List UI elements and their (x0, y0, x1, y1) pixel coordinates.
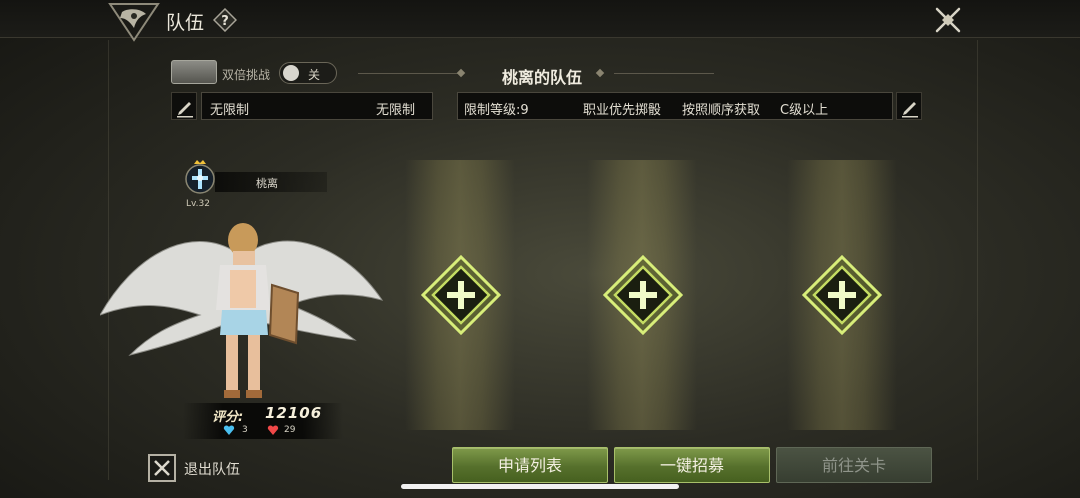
loot-order: 按照顺序获取 (682, 103, 761, 118)
red-heart-icon (267, 425, 279, 435)
right-condition-field[interactable]: 限制等级:9 职业优先掷骰 按照顺序获取 C级以上 (457, 92, 893, 120)
grade-limit: C级以上 (780, 103, 829, 118)
score-label: 评分: (212, 410, 244, 425)
left-field-value-right: 无限制 (376, 103, 416, 118)
exit-team-label[interactable]: 退出队伍 (184, 459, 240, 479)
dice-rule: 职业优先掷骰 (583, 103, 662, 118)
go-to-stage-button[interactable]: 前往关卡 (776, 447, 932, 483)
character-avatar[interactable] (100, 215, 385, 410)
add-member-slot-3[interactable] (802, 255, 882, 335)
toggle-knob (283, 65, 299, 81)
holy-cross-icon (185, 160, 215, 194)
team-title: 桃离的队伍 (501, 68, 582, 87)
pencil-icon (902, 102, 918, 118)
add-member-slot-1[interactable] (421, 255, 501, 335)
home-indicator[interactable] (401, 484, 679, 489)
left-field-value: 无限制 (210, 103, 250, 118)
double-challenge-label: 双倍挑战 (222, 68, 271, 82)
level-limit: 限制等级:9 (464, 103, 529, 118)
one-click-recruit-button[interactable]: 一键招募 (614, 447, 770, 483)
apply-list-button[interactable]: 申请列表 (452, 447, 608, 483)
blue-heart-icon (223, 425, 235, 435)
crown-icon (194, 160, 206, 164)
pencil-icon (177, 102, 193, 118)
title-divider-left (358, 73, 458, 74)
dragon-emblem-icon (108, 3, 160, 42)
exit-team-button[interactable] (148, 454, 176, 482)
top-bar (0, 0, 1080, 38)
add-member-slot-2[interactable] (603, 255, 683, 335)
red-count: 29 (284, 425, 296, 435)
blue-count: 3 (242, 425, 248, 435)
left-condition-field[interactable]: 无限制 无限制 (201, 92, 433, 120)
help-symbol: ? (221, 14, 229, 29)
double-challenge-badge-icon (171, 60, 217, 84)
score-value: 12106 (265, 404, 323, 422)
double-challenge-toggle[interactable]: 关 (279, 62, 337, 84)
character-name: 桃离 (256, 177, 278, 190)
x-checkbox-icon (154, 460, 170, 476)
toggle-state-label: 关 (308, 68, 321, 82)
edit-right-button[interactable] (896, 92, 922, 120)
question-diamond-icon[interactable]: ? (213, 8, 237, 32)
title-divider-right (614, 73, 714, 74)
page-title: 队伍 (166, 12, 205, 34)
close-cross-icon[interactable] (933, 5, 963, 35)
character-level: Lv.32 (186, 199, 210, 209)
edit-left-button[interactable] (171, 92, 197, 120)
